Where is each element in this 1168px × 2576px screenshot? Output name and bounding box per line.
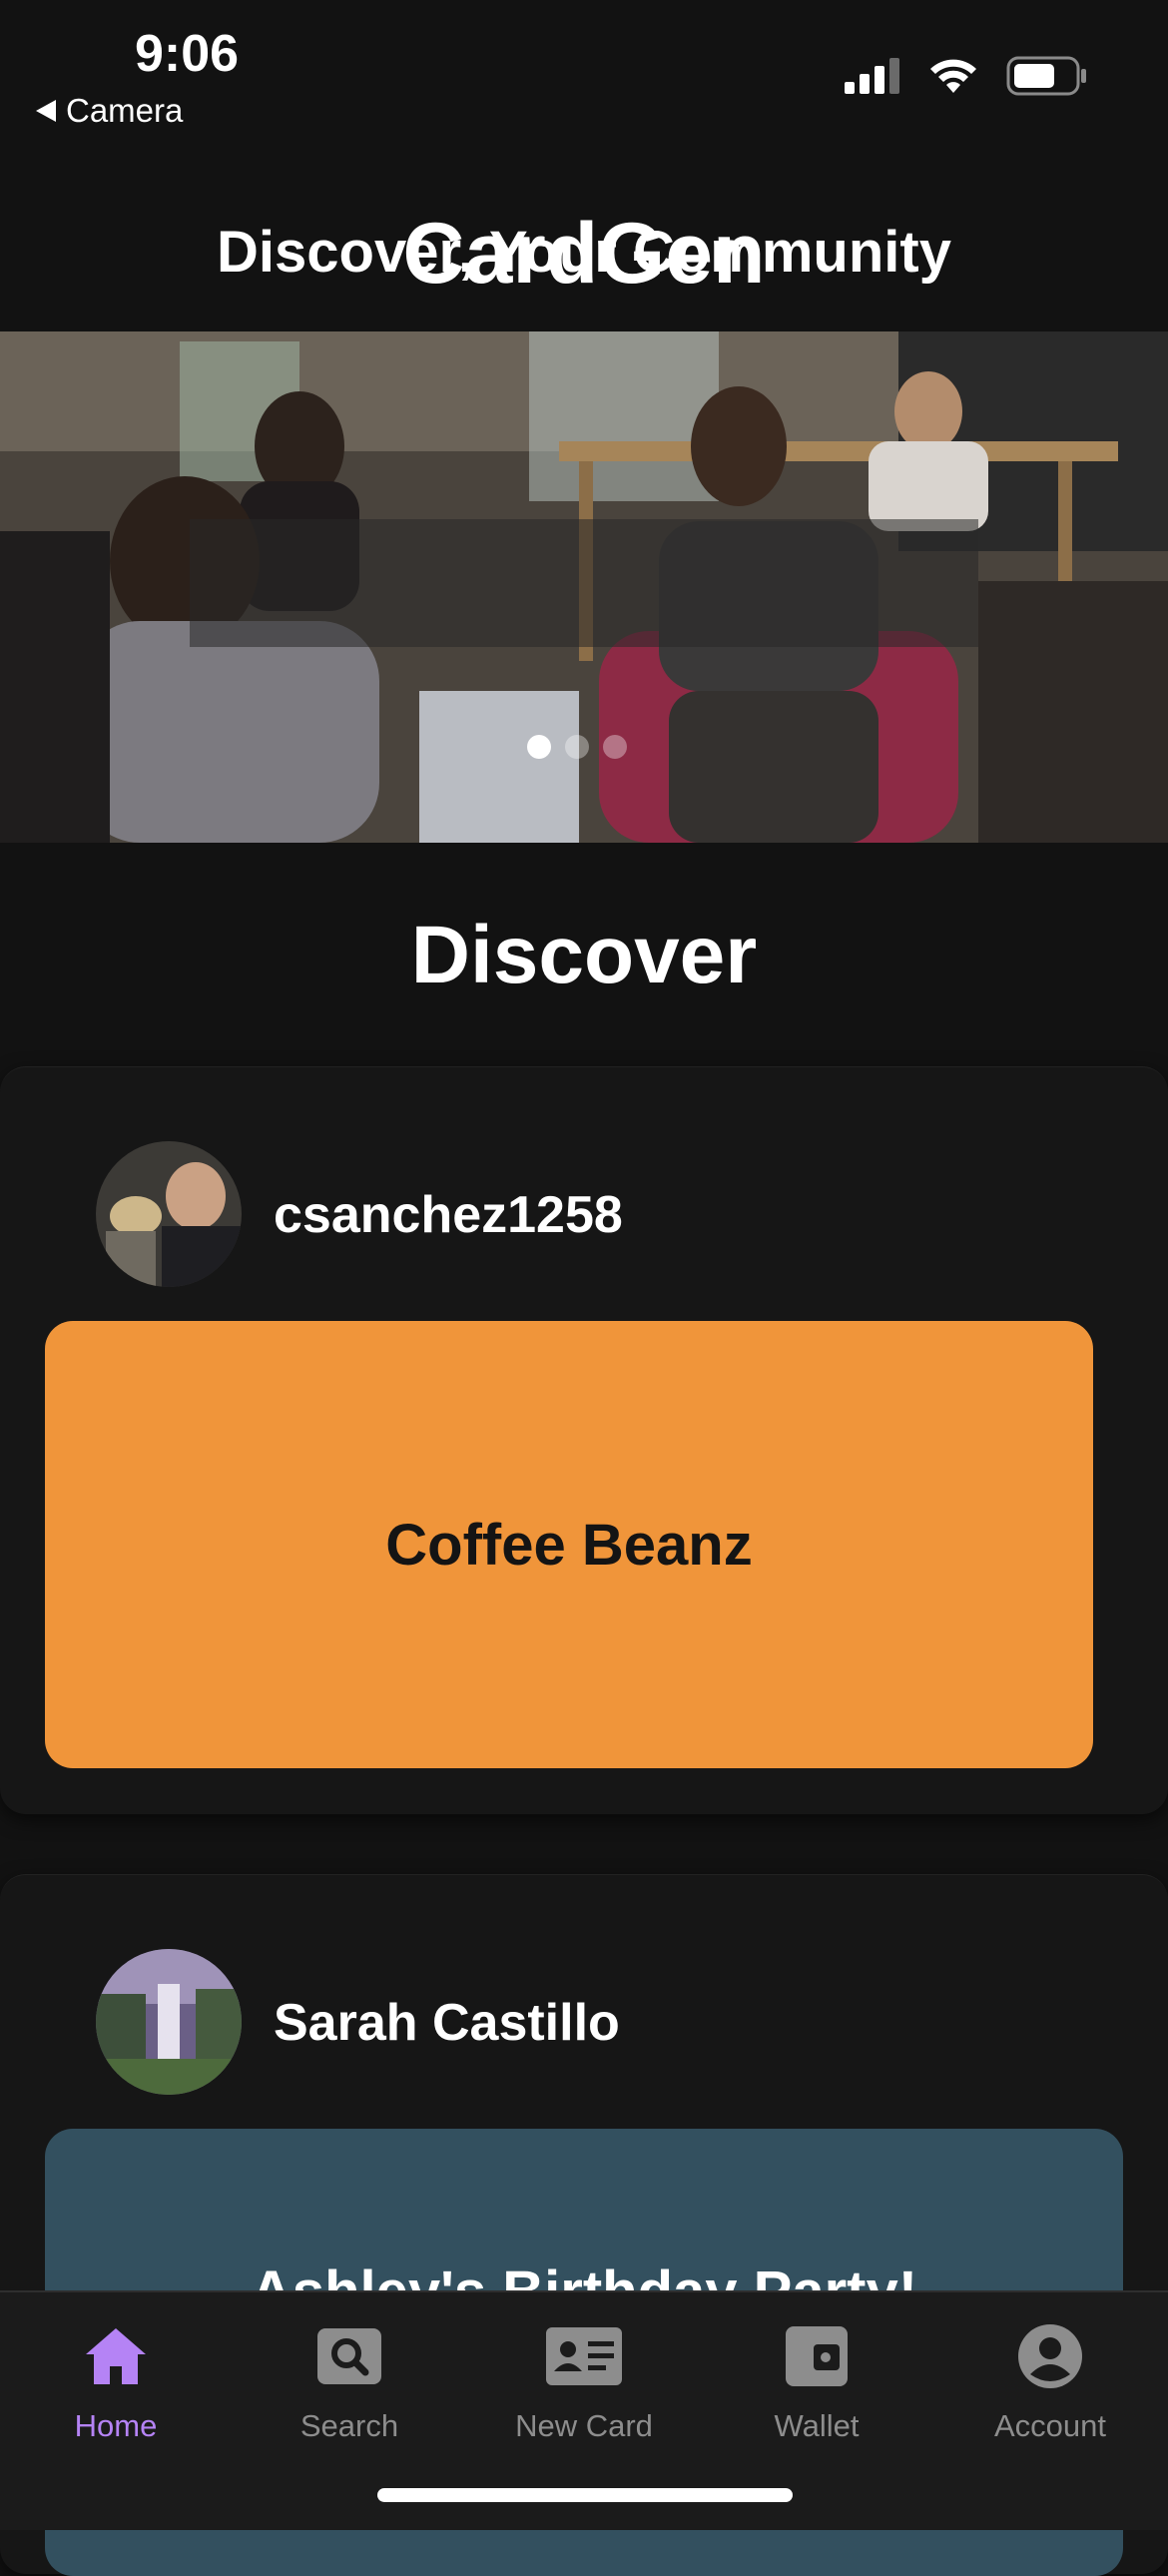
tab-label: Home [74, 2408, 158, 2443]
home-icon [86, 2328, 146, 2384]
tab-search[interactable]: Search [250, 2316, 449, 2444]
business-card[interactable]: Coffee Beanz [45, 1321, 1093, 1768]
carousel-pagination[interactable] [527, 735, 627, 759]
tab-home[interactable]: Home [16, 2316, 216, 2444]
post-username[interactable]: Sarah Castillo [274, 1993, 620, 2053]
back-link-label: Camera [66, 92, 184, 129]
cellular-signal-icon [845, 58, 899, 94]
avatar-photo [96, 1949, 242, 2095]
tab-wallet[interactable]: Wallet [717, 2316, 916, 2444]
avatar-photo [96, 1141, 242, 1287]
hero-carousel[interactable] [0, 331, 1168, 843]
tab-label: New Card [515, 2408, 653, 2443]
id-card-icon [546, 2327, 622, 2385]
search-icon [317, 2328, 381, 2384]
post-username[interactable]: csanchez1258 [274, 1185, 623, 1245]
wifi-icon [930, 59, 976, 93]
carousel-dot-3[interactable] [603, 735, 627, 759]
status-icons [845, 56, 1088, 96]
post-card[interactable]: csanchez1258 Coffee Beanz [0, 1066, 1168, 1814]
account-icon [1018, 2324, 1082, 2388]
battery-icon [1006, 56, 1086, 96]
tab-account[interactable]: Account [950, 2316, 1150, 2444]
avatar[interactable] [96, 1949, 242, 2095]
card-title: Coffee Beanz [385, 1512, 753, 1578]
tab-label: Account [993, 2408, 1106, 2443]
hero-caption: Discover, Your Community [217, 219, 951, 285]
tab-label: Search [299, 2408, 399, 2443]
back-arrow-icon [36, 100, 56, 122]
tab-new-card[interactable]: New Card [484, 2316, 684, 2444]
home-indicator[interactable] [377, 2488, 793, 2502]
hero-caption-backdrop [190, 519, 978, 647]
carousel-dot-2[interactable] [565, 735, 589, 759]
status-time: 9:06 [135, 25, 240, 83]
wallet-icon [786, 2326, 848, 2386]
status-bar: 9:06 Camera [0, 0, 1168, 150]
avatar[interactable] [96, 1141, 242, 1287]
carousel-dot-1[interactable] [527, 735, 551, 759]
tab-label: Wallet [774, 2408, 860, 2443]
section-title: Discover [410, 910, 758, 1000]
back-to-camera-link[interactable]: Camera [36, 92, 183, 130]
